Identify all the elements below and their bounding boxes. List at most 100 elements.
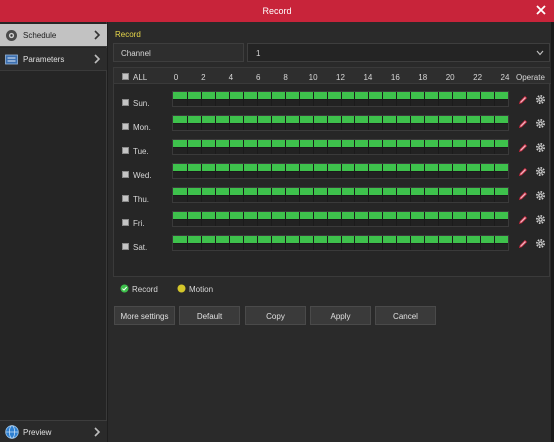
pencil-icon[interactable] [518, 215, 528, 225]
hour-cell-divider [494, 116, 496, 130]
schedule-bar[interactable] [172, 211, 509, 227]
schedule-bar[interactable] [172, 115, 509, 131]
hour-cell-divider [438, 212, 440, 226]
hour-cell-divider [256, 92, 258, 106]
hour-cell-divider [424, 116, 426, 130]
copy-button[interactable]: Copy [245, 306, 306, 325]
hour-cell-divider [396, 92, 398, 106]
schedule-bar[interactable] [172, 163, 509, 179]
apply-button[interactable]: Apply [310, 306, 371, 325]
channel-row: Channel 1 [113, 43, 550, 62]
day-label: Thu. [133, 195, 150, 204]
hour-cell-divider [480, 116, 482, 130]
chevron-right-icon [94, 30, 101, 40]
channel-select[interactable]: 1 [247, 43, 550, 62]
hour-cell-divider [466, 212, 468, 226]
hour-cell-divider [438, 164, 440, 178]
day-checkbox[interactable] [122, 99, 129, 106]
gear-icon[interactable] [535, 238, 546, 249]
day-checkbox[interactable] [122, 171, 129, 178]
hour-cell-divider [242, 188, 244, 202]
hour-cell-divider [452, 116, 454, 130]
grid-header: ALL 0 2 4 6 8 10 12 14 16 18 20 22 24 Operate [114, 68, 551, 84]
gear-icon[interactable] [535, 94, 546, 105]
gear-icon[interactable] [535, 142, 546, 153]
hour-cell-divider [214, 116, 216, 130]
schedule-bar[interactable] [172, 139, 509, 155]
hour-cell-divider [424, 140, 426, 154]
hour-cell-divider [410, 236, 412, 250]
pencil-icon[interactable] [518, 191, 528, 201]
pencil-icon[interactable] [518, 167, 528, 177]
section-title: Record [115, 30, 141, 39]
hour-cell-divider [452, 212, 454, 226]
hour-cell-divider [424, 212, 426, 226]
hour-cell-divider [354, 140, 356, 154]
pencil-icon[interactable] [518, 119, 528, 129]
hour-cell-divider [340, 92, 342, 106]
gear-icon[interactable] [535, 166, 546, 177]
close-icon[interactable] [534, 3, 548, 17]
hour-tick-label: 2 [201, 73, 206, 82]
hour-cell-divider [424, 188, 426, 202]
hour-cell-divider [480, 236, 482, 250]
preview-label: Preview [23, 428, 52, 437]
gear-icon[interactable] [535, 190, 546, 201]
day-checkbox[interactable] [122, 243, 129, 250]
hour-cell-divider [382, 92, 384, 106]
day-checkbox[interactable] [122, 219, 129, 226]
hour-cell-divider [396, 140, 398, 154]
hour-cell-divider [480, 164, 482, 178]
hour-cell-divider [312, 236, 314, 250]
schedule-bar[interactable] [172, 91, 509, 107]
hour-cell-divider [438, 236, 440, 250]
hour-cell-divider [200, 212, 202, 226]
hour-cell-divider [298, 236, 300, 250]
hour-cell-divider [214, 236, 216, 250]
schedule-bar[interactable] [172, 235, 509, 251]
hour-tick-label: 18 [418, 73, 428, 82]
hour-cell-divider [298, 140, 300, 154]
gear-icon[interactable] [535, 118, 546, 129]
day-checkbox[interactable] [122, 195, 129, 202]
preview-button[interactable]: Preview [0, 420, 107, 442]
cancel-button[interactable]: Cancel [375, 306, 436, 325]
schedule-bar[interactable] [172, 187, 509, 203]
day-checkbox[interactable] [122, 147, 129, 154]
hour-cell-divider [298, 92, 300, 106]
hour-cell-divider [466, 164, 468, 178]
hour-cell-divider [312, 164, 314, 178]
hour-cell-divider [368, 116, 370, 130]
pencil-icon[interactable] [518, 143, 528, 153]
hour-cell-divider [312, 116, 314, 130]
sidebar-item-schedule[interactable]: Schedule [0, 24, 107, 47]
hour-cell-divider [214, 164, 216, 178]
hour-cell-divider [452, 140, 454, 154]
window-title: Record [262, 6, 292, 16]
day-label: Tue. [133, 147, 149, 156]
more-settings-button[interactable]: More settings [114, 306, 175, 325]
hour-tick-label: 10 [308, 73, 318, 82]
default-button[interactable]: Default [179, 306, 240, 325]
hour-cell-divider [494, 140, 496, 154]
hour-cell-divider [298, 212, 300, 226]
sidebar-item-parameters[interactable]: Parameters [0, 48, 107, 71]
all-checkbox[interactable] [122, 73, 129, 80]
hour-cell-divider [424, 164, 426, 178]
hour-cell-divider [298, 116, 300, 130]
hour-cell-divider [200, 188, 202, 202]
hour-cell-divider [186, 92, 188, 106]
hour-cell-divider [480, 140, 482, 154]
hour-tick-label: 14 [363, 73, 373, 82]
hour-cell-divider [396, 116, 398, 130]
pencil-icon[interactable] [518, 95, 528, 105]
hour-tick-label: 6 [256, 73, 261, 82]
pencil-icon[interactable] [518, 239, 528, 249]
chevron-right-icon [94, 54, 101, 64]
hour-cell-divider [396, 236, 398, 250]
day-checkbox[interactable] [122, 123, 129, 130]
hour-cell-divider [424, 236, 426, 250]
hour-cell-divider [214, 188, 216, 202]
hour-cell-divider [494, 188, 496, 202]
gear-icon[interactable] [535, 214, 546, 225]
